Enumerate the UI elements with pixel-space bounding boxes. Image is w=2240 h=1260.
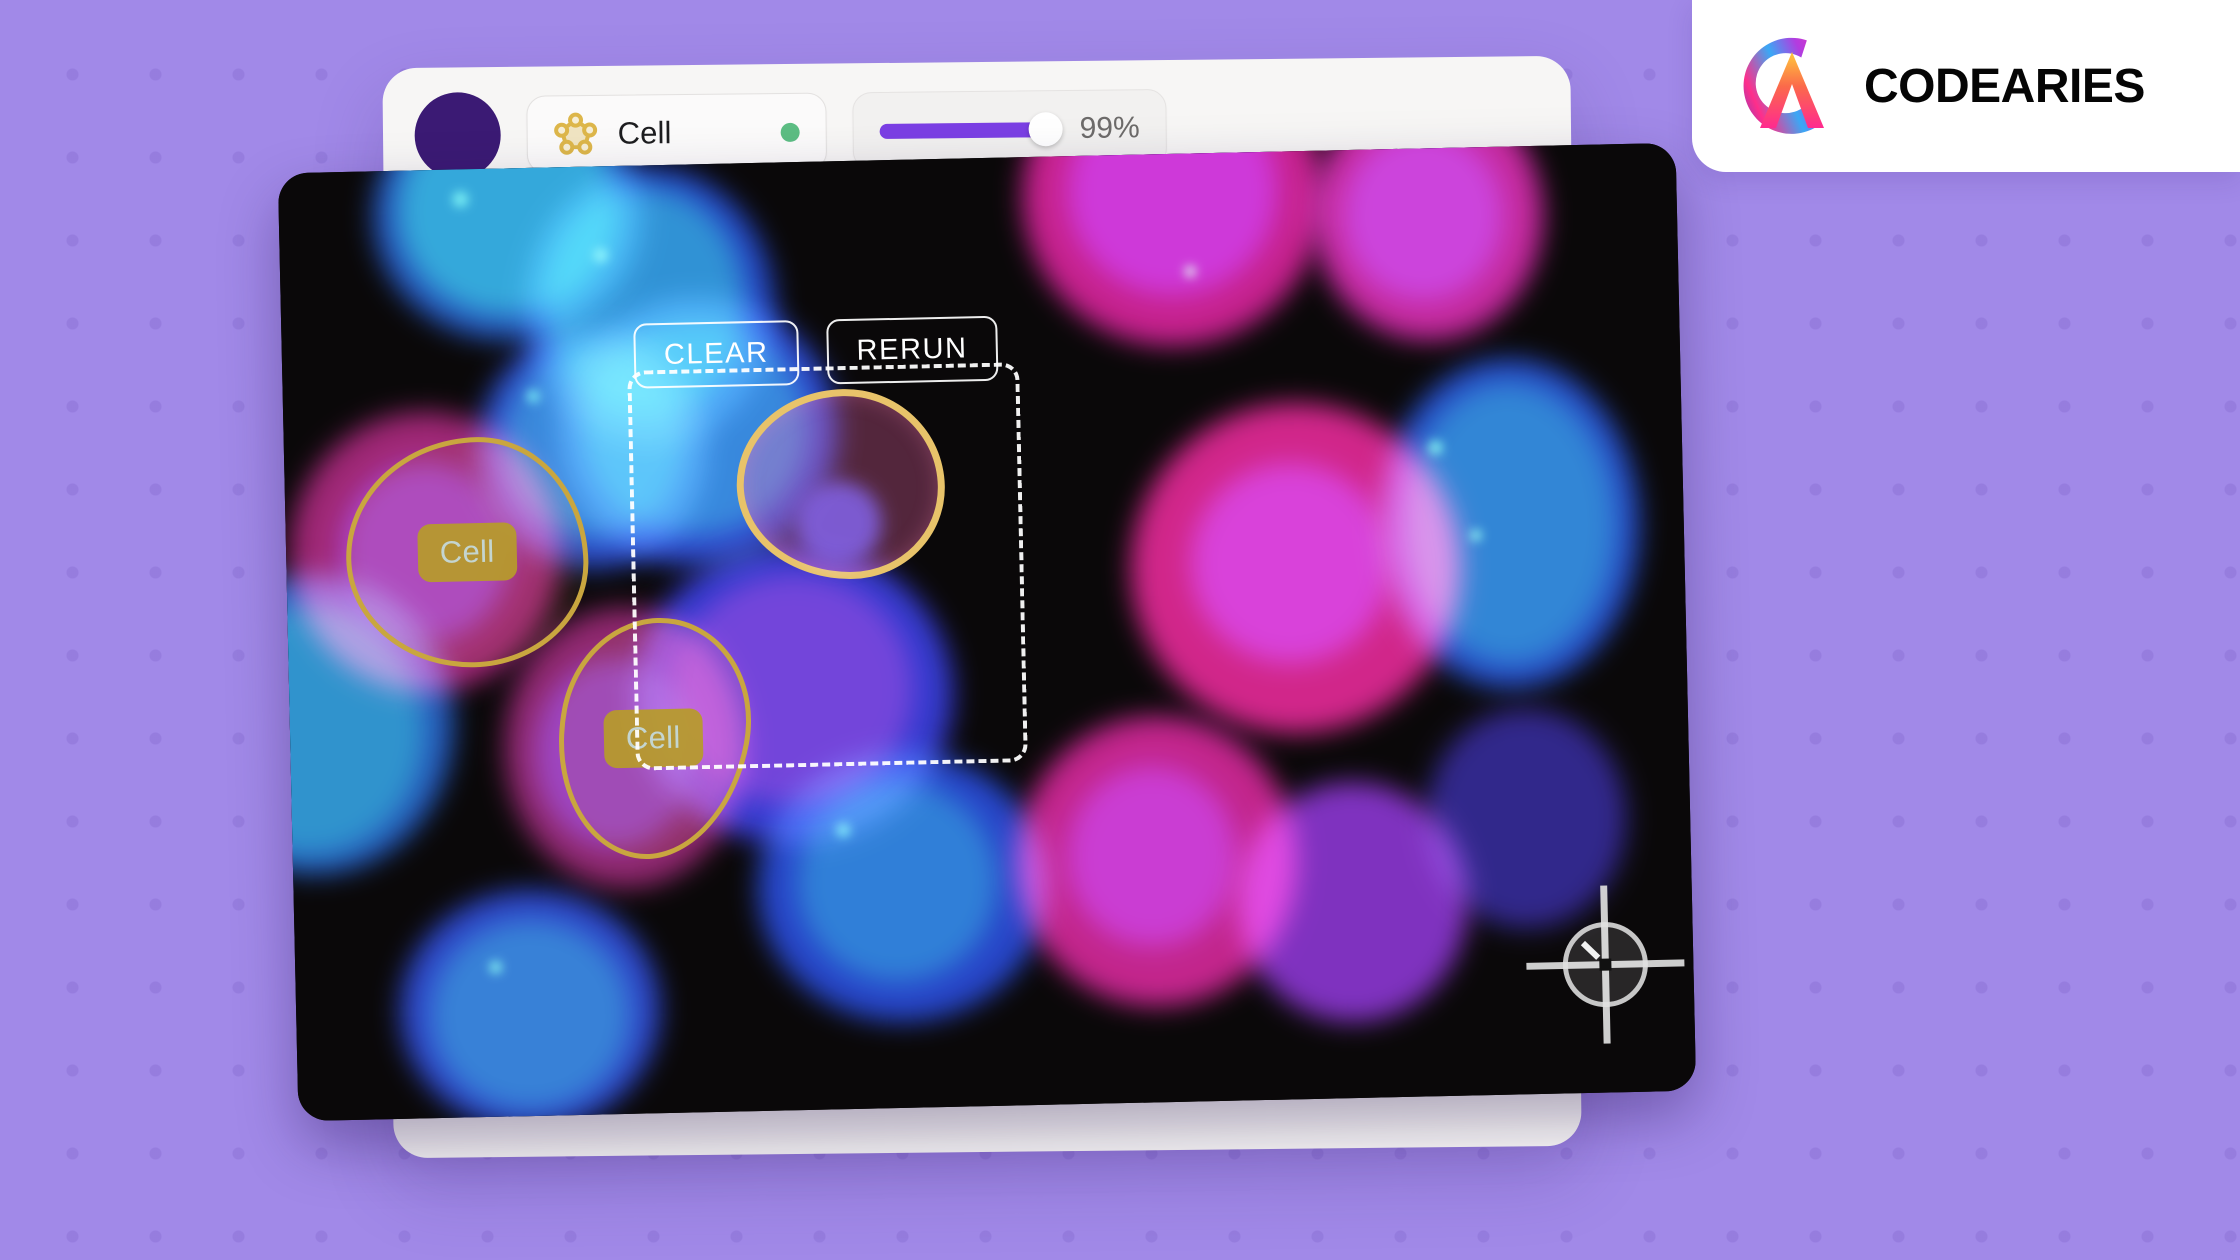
- screenshot-root: Cell 99% CLEAR RERUN Cell Cell CODEARIES: [0, 0, 2240, 1260]
- avatar[interactable]: [414, 91, 502, 179]
- codearies-logo-icon: [1736, 30, 1848, 142]
- confidence-value: 99%: [1079, 111, 1140, 145]
- image-viewer[interactable]: CLEAR RERUN Cell Cell: [277, 142, 1697, 1122]
- segment-region-selected[interactable]: [734, 386, 947, 582]
- slider-fill: [879, 121, 1046, 139]
- status-dot-icon: [780, 122, 800, 142]
- clear-button[interactable]: CLEAR: [633, 320, 800, 389]
- brand-name: CODEARIES: [1864, 59, 2145, 113]
- rerun-button[interactable]: RERUN: [825, 315, 999, 385]
- segment-label: Cell: [417, 522, 518, 583]
- class-chip-label: Cell: [617, 115, 672, 151]
- segment-label: Cell: [603, 708, 704, 769]
- polygon-node-icon: [553, 112, 598, 156]
- viewer-actions: CLEAR RERUN: [633, 315, 999, 389]
- slider-knob[interactable]: [1028, 112, 1063, 147]
- slider-track[interactable]: [879, 112, 1063, 147]
- segment-region[interactable]: Cell: [343, 434, 591, 670]
- brand-badge: CODEARIES: [1692, 0, 2240, 172]
